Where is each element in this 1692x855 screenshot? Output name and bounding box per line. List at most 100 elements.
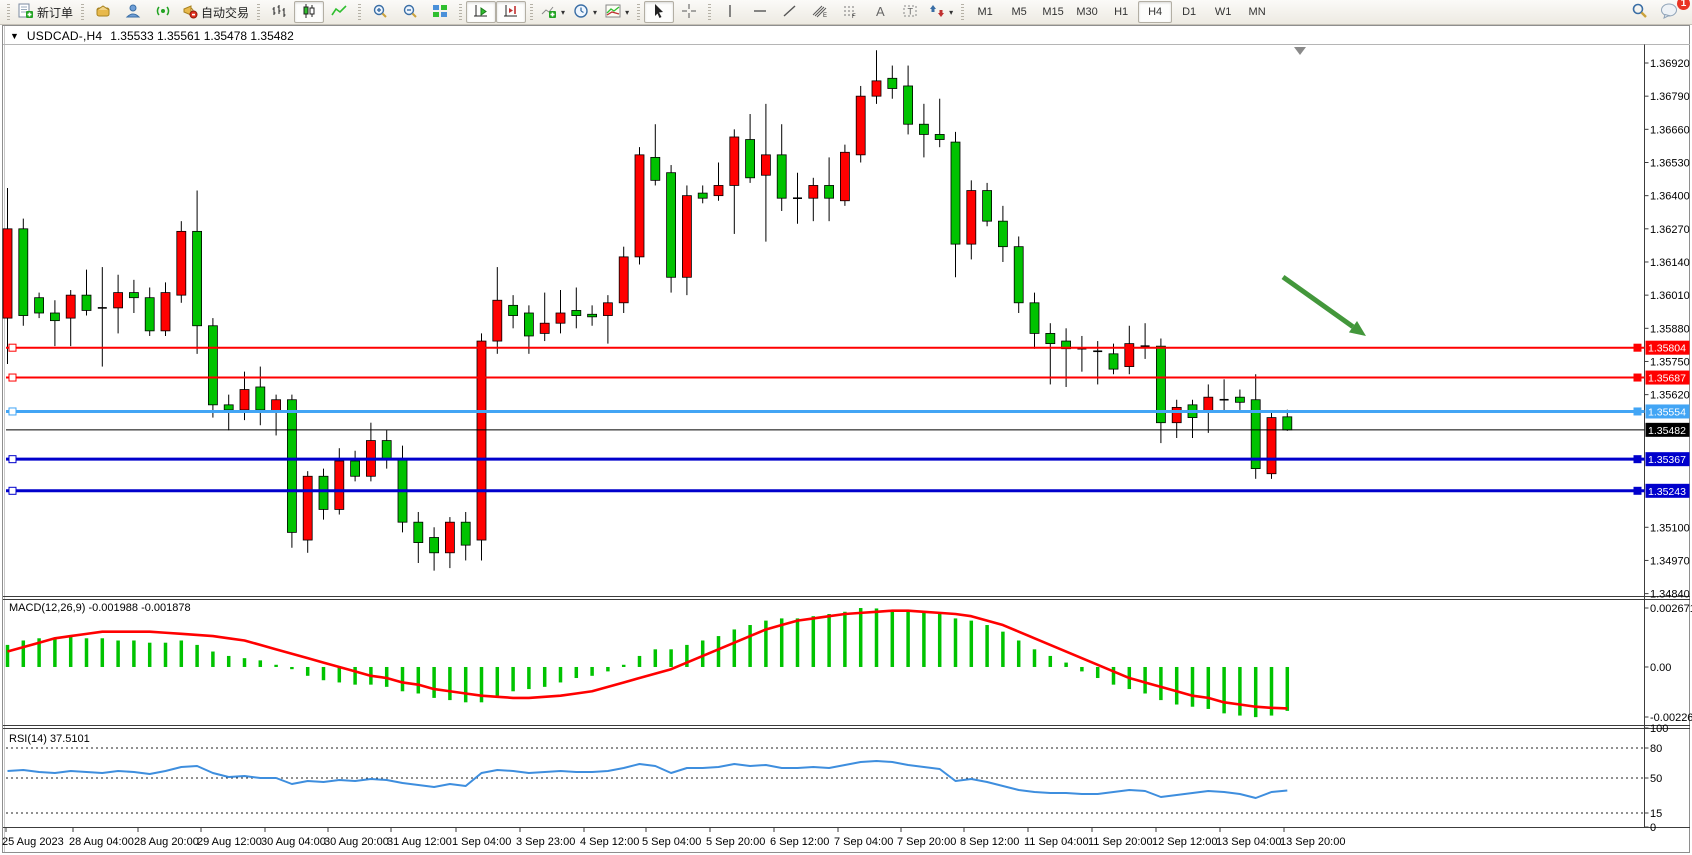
candle	[335, 461, 344, 509]
macd-axis-label: 0.00	[1650, 662, 1671, 674]
bar-chart-button[interactable]	[264, 1, 294, 23]
toolbar-grip	[358, 4, 361, 20]
profile-icon	[125, 3, 141, 22]
vertical-line-button[interactable]	[715, 1, 745, 23]
dropdown-arrow-icon: ▾	[593, 8, 597, 17]
fibonacci-button[interactable]: F	[835, 1, 865, 23]
macd-label: MACD(12,26,9) -0.001988 -0.001878	[9, 602, 191, 614]
candle	[746, 140, 755, 178]
candle	[445, 522, 454, 553]
timeframe-M15[interactable]: M15	[1036, 1, 1070, 23]
periods-button[interactable]: ▾	[569, 1, 601, 23]
zoom-in-icon	[372, 3, 388, 22]
line-handle-icon[interactable]	[9, 487, 16, 494]
search-button[interactable]	[1624, 1, 1654, 23]
templates-button[interactable]: ▾	[601, 1, 633, 23]
candle	[493, 300, 502, 341]
candle	[682, 196, 691, 278]
rsi-label: RSI(14) 37.5101	[9, 733, 90, 745]
indicators-button[interactable]: ▾	[537, 1, 569, 23]
auto-trading-button[interactable]: 自动交易	[178, 1, 253, 23]
candle	[983, 191, 992, 222]
time-axis-label: 12 Sep 12:00	[1152, 836, 1217, 848]
candle	[303, 476, 312, 540]
wallet-button[interactable]	[88, 1, 118, 23]
tile-windows-icon	[432, 3, 448, 22]
timeframe-H1[interactable]: H1	[1104, 1, 1138, 23]
line-handle-icon[interactable]	[9, 374, 16, 381]
signal-button[interactable]	[148, 1, 178, 23]
line-handle-icon[interactable]	[9, 344, 16, 351]
line-handle-icon[interactable]	[1634, 374, 1641, 381]
line-handle-icon[interactable]	[9, 408, 16, 415]
candle	[951, 142, 960, 244]
line-handle-icon[interactable]	[9, 456, 16, 463]
candle	[351, 461, 360, 476]
time-axis-label: 5 Sep 20:00	[706, 836, 765, 848]
profile-button[interactable]	[118, 1, 148, 23]
candlestick-chart-button[interactable]	[294, 1, 324, 23]
candle	[761, 155, 770, 175]
candle	[809, 185, 818, 198]
tile-windows-button[interactable]	[425, 1, 455, 23]
timeframe-bar: M1M5M15M30H1H4D1W1MN	[968, 1, 1274, 23]
candle	[19, 229, 28, 316]
cursor-button[interactable]	[644, 1, 674, 23]
wallet-icon	[95, 3, 111, 22]
channel-button[interactable]: E	[805, 1, 835, 23]
horizontal-line-button[interactable]	[745, 1, 775, 23]
timeframe-M30[interactable]: M30	[1070, 1, 1104, 23]
candle	[240, 390, 249, 410]
price-axis-label: 1.36270	[1650, 224, 1690, 236]
trendline-button[interactable]	[775, 1, 805, 23]
candle	[477, 341, 486, 540]
text-button[interactable]: A	[865, 1, 895, 23]
auto-scroll-button[interactable]	[466, 1, 496, 23]
symbol-dropdown-icon[interactable]: ▼	[10, 31, 19, 41]
price-axis-label: 1.34840	[1650, 589, 1690, 601]
dropdown-arrow-icon: ▾	[625, 8, 629, 17]
line-handle-icon[interactable]	[1634, 344, 1641, 351]
line-chart-icon	[331, 3, 347, 22]
line-chart-button[interactable]	[324, 1, 354, 23]
new-order-button[interactable]: 新订单	[14, 1, 77, 23]
timeframe-MN[interactable]: MN	[1240, 1, 1274, 23]
timeframe-W1[interactable]: W1	[1206, 1, 1240, 23]
candle	[935, 134, 944, 139]
timeframe-M5[interactable]: M5	[1002, 1, 1036, 23]
price-axis-label: 1.35100	[1650, 522, 1690, 534]
line-handle-icon[interactable]	[1634, 456, 1641, 463]
auto-trading-icon	[182, 3, 198, 22]
candle	[840, 152, 849, 200]
candle	[872, 81, 881, 96]
zoom-out-button[interactable]	[395, 1, 425, 23]
time-axis-label: 11 Sep 04:00	[1024, 836, 1089, 848]
price-axis-label: 1.36790	[1650, 91, 1690, 103]
dropdown-arrow-icon: ▾	[949, 8, 953, 17]
rsi-axis-label: 100	[1650, 723, 1668, 735]
candle	[777, 155, 786, 198]
candle	[572, 310, 581, 315]
price-axis-label: 1.35750	[1650, 356, 1690, 368]
fibonacci-icon: F	[842, 3, 858, 22]
arrows-button[interactable]: ▾	[925, 1, 957, 23]
timeframe-H4[interactable]: H4	[1138, 1, 1172, 23]
vertical-line-icon	[722, 3, 738, 22]
new-order-icon	[18, 3, 34, 22]
rsi-axis-label: 15	[1650, 808, 1662, 820]
zoom-in-button[interactable]	[365, 1, 395, 23]
chart-shift-button[interactable]	[496, 1, 526, 23]
price-tag-label: 1.35554	[1648, 406, 1686, 418]
arrows-icon	[929, 3, 945, 22]
line-handle-icon[interactable]	[1634, 408, 1641, 415]
chat-button[interactable]: 1	[1654, 1, 1684, 23]
timeframe-M1[interactable]: M1	[968, 1, 1002, 23]
line-handle-icon[interactable]	[1634, 487, 1641, 494]
text-label-button[interactable]: T	[895, 1, 925, 23]
candle	[888, 78, 897, 88]
crosshair-button[interactable]	[674, 1, 704, 23]
chart-canvas[interactable]: 1.369201.367901.366601.365301.364001.362…	[0, 0, 1692, 855]
price-tag-label: 1.35482	[1648, 425, 1686, 437]
timeframe-D1[interactable]: D1	[1172, 1, 1206, 23]
chart-title-bar: ▼ USDCAD-,H4 1.35533 1.35561 1.35478 1.3…	[10, 29, 294, 43]
